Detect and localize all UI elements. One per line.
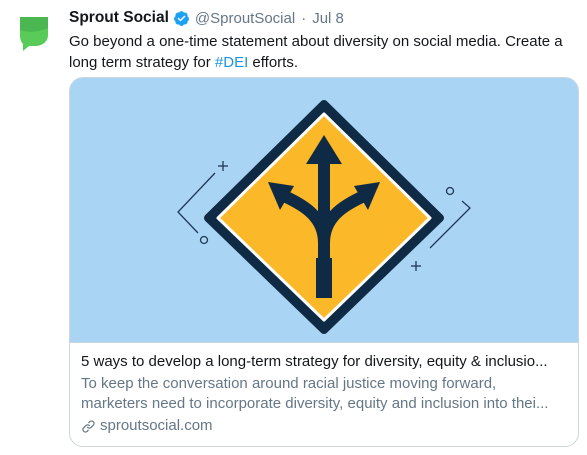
- card-body: 5 ways to develop a long-term strategy f…: [70, 343, 578, 436]
- tweet-content: Sprout Social @SproutSocial · Jul 8 Go b…: [69, 8, 581, 73]
- tweet-text-before: Go beyond a one-time statement about div…: [69, 33, 563, 71]
- road-sign-split-arrows-icon: [70, 78, 578, 342]
- separator-dot: ·: [301, 9, 307, 27]
- card-domain: sproutsocial.com: [100, 417, 213, 434]
- tweet-timestamp[interactable]: Jul 8: [312, 10, 344, 27]
- sprout-leaf-logo-icon: [9, 6, 59, 56]
- tweet-header: Sprout Social @SproutSocial · Jul 8: [69, 8, 581, 28]
- card-image[interactable]: [70, 78, 578, 343]
- card-title[interactable]: 5 ways to develop a long-term strategy f…: [81, 352, 567, 372]
- tweet-text: Go beyond a one-time statement about div…: [69, 31, 581, 73]
- link-icon: [82, 419, 95, 433]
- card-domain-link[interactable]: sproutsocial.com: [81, 416, 567, 436]
- handle[interactable]: @SproutSocial: [195, 10, 295, 27]
- hashtag-link[interactable]: #DEI: [215, 54, 248, 71]
- card-description: To keep the conversation around racial j…: [81, 374, 567, 414]
- display-name[interactable]: Sprout Social: [69, 9, 169, 27]
- tweet-text-after: efforts.: [248, 54, 299, 71]
- card-description-line-1: To keep the conversation around racial j…: [81, 375, 497, 392]
- tweet[interactable]: Sprout Social @SproutSocial · Jul 8 Go b…: [0, 0, 587, 455]
- sprout-social-avatar[interactable]: [9, 6, 59, 56]
- card-description-line-2: marketers need to incorporate diversity,…: [81, 395, 549, 412]
- verified-badge-icon: [173, 10, 189, 26]
- link-preview-card[interactable]: 5 ways to develop a long-term strategy f…: [69, 77, 579, 447]
